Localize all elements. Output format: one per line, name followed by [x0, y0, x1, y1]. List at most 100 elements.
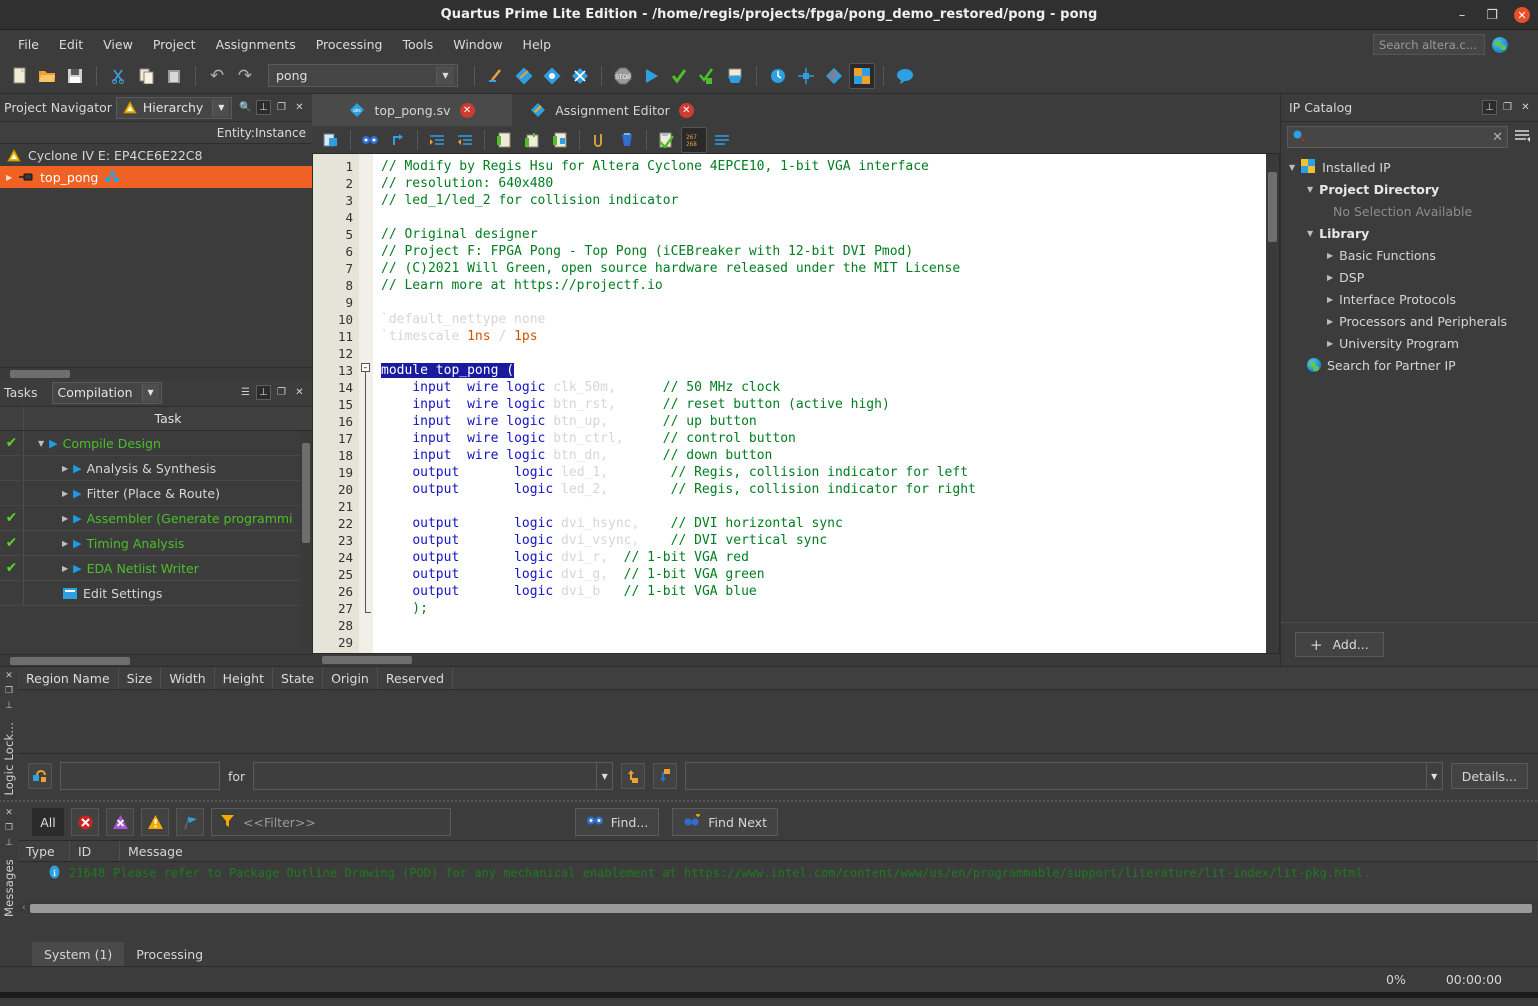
add-ip-button[interactable]: + Add...	[1295, 632, 1384, 657]
chevron-right-icon[interactable]: ▶	[1327, 251, 1333, 260]
new-file-icon[interactable]	[6, 63, 32, 89]
code-text[interactable]: // Modify by Regis Hsu for Altera Cyclon…	[373, 154, 1266, 653]
move-down-icon[interactable]	[653, 763, 677, 789]
messages-tab-label[interactable]: Messages	[2, 859, 16, 917]
close-icon[interactable]: ✕	[679, 103, 694, 118]
chevron-down-icon[interactable]: ▼	[1307, 229, 1313, 238]
outdent-icon[interactable]	[452, 127, 478, 153]
run-task-icon[interactable]: ▶	[73, 487, 81, 500]
code-line[interactable]: // resolution: 640x480	[381, 175, 1266, 192]
logic-lock-member-combo[interactable]: ▼	[685, 762, 1443, 790]
chevron-down-icon[interactable]: ▼	[436, 66, 454, 85]
expand-arrow-icon[interactable]: ▶	[62, 489, 68, 498]
tasks-vscrollbar[interactable]	[300, 431, 312, 654]
expand-arrow-icon[interactable]: ▶	[62, 539, 68, 548]
code-line[interactable]: input wire logic btn_dn, // down button	[381, 447, 1266, 464]
expand-arrow-icon[interactable]: ▶	[62, 514, 68, 523]
logic-lock-details-button[interactable]: Details...	[1451, 763, 1528, 789]
scrollbar-thumb[interactable]	[10, 657, 130, 665]
pin-icon[interactable]: ⊥	[1482, 100, 1497, 115]
find-next-button[interactable]: Find Next	[672, 808, 778, 836]
chevron-right-icon[interactable]: ▶	[1327, 273, 1333, 282]
entity-row-top-pong[interactable]: ▶ top_pong	[0, 166, 312, 188]
redo-icon[interactable]: ↷	[232, 63, 258, 89]
messages-hscrollbar[interactable]: ‹	[18, 902, 1538, 914]
column-message[interactable]: Message	[120, 841, 1538, 861]
ip-catalog-tree[interactable]: ▼ Installed IP ▼ Project Directory No Se…	[1281, 152, 1538, 622]
code-line[interactable]: input wire logic clk_50m, // 50 MHz cloc…	[381, 379, 1266, 396]
code-line[interactable]: output logic dvi_b // 1-bit VGA blue	[381, 583, 1266, 600]
restore-icon[interactable]: ❐	[5, 823, 13, 833]
editor-hscrollbar[interactable]	[312, 654, 1280, 666]
ip-catalog-icon[interactable]	[849, 63, 875, 89]
ip-tree-item-processors-peripherals[interactable]: ▶ Processors and Peripherals	[1281, 310, 1538, 332]
chevron-right-icon[interactable]: ▶	[1327, 339, 1333, 348]
logic-lock-target-combo[interactable]: ▼	[253, 762, 613, 790]
column-type[interactable]: Type	[18, 841, 70, 861]
copy-icon[interactable]	[133, 63, 159, 89]
code-line[interactable]: output logic dvi_g, // 1-bit VGA green	[381, 566, 1266, 583]
start-compilation-icon[interactable]	[638, 63, 664, 89]
logic-lock-tab-label[interactable]: Logic Lock...	[2, 722, 16, 796]
bookmark-icon[interactable]	[547, 127, 573, 153]
restore-icon[interactable]: ❐	[274, 100, 289, 115]
run-task-icon[interactable]: ▶	[73, 562, 81, 575]
chevron-right-icon[interactable]: ▶	[1327, 317, 1333, 326]
menu-item-help[interactable]: Help	[513, 34, 562, 55]
code-line[interactable]: `default_nettype none	[381, 311, 1266, 328]
cut-icon[interactable]	[105, 63, 131, 89]
assembler-icon[interactable]	[567, 63, 593, 89]
messages-filter-input[interactable]: <<Filter>>	[211, 808, 451, 836]
column-id[interactable]: ID	[70, 841, 120, 861]
pin-icon[interactable]: ⊥	[5, 838, 13, 848]
move-up-icon[interactable]	[621, 763, 645, 789]
pin-icon[interactable]: ⊥	[5, 701, 13, 711]
pin-planner-icon[interactable]	[793, 63, 819, 89]
code-line[interactable]: input wire logic btn_up, // up button	[381, 413, 1266, 430]
editor-vscrollbar[interactable]	[1266, 154, 1279, 653]
pin-icon[interactable]: ⊥	[256, 385, 271, 400]
save-icon[interactable]	[62, 63, 88, 89]
scrollbar-thumb[interactable]	[10, 370, 70, 378]
column-width[interactable]: Width	[161, 667, 214, 689]
tab-assignment-editor[interactable]: Assignment Editor ✕	[512, 94, 712, 126]
code-line[interactable]: output logic dvi_hsync, // DVI horizonta…	[381, 515, 1266, 532]
close-icon[interactable]: ✕	[460, 103, 475, 118]
line-numbers-icon[interactable]: 267268	[681, 127, 707, 153]
ip-tree-item-dsp[interactable]: ▶ DSP	[1281, 266, 1538, 288]
run-task-icon[interactable]: ▶	[49, 437, 57, 450]
chevron-down-icon[interactable]: ▼	[1289, 163, 1295, 172]
expand-arrow-icon[interactable]: ▶	[6, 173, 12, 182]
code-line[interactable]: // led_1/led_2 for collision indicator	[381, 192, 1266, 209]
column-region-name[interactable]: Region Name	[18, 667, 119, 689]
project-navigator-tree[interactable]: Cyclone IV E: EP4CE6E22C8 ▶ top_pong	[0, 144, 312, 367]
column-size[interactable]: Size	[119, 667, 162, 689]
ip-tree-item-project-directory[interactable]: ▼ Project Directory	[1281, 178, 1538, 200]
ip-tree-item-search-partner-ip[interactable]: Search for Partner IP	[1281, 354, 1538, 376]
project-navigator-hscrollbar[interactable]	[0, 367, 312, 379]
clear-search-icon[interactable]: ✕	[1492, 130, 1503, 145]
menu-item-processing[interactable]: Processing	[306, 34, 393, 55]
code-line[interactable]	[381, 209, 1266, 226]
close-icon[interactable]: ✕	[1518, 100, 1533, 115]
find-icon[interactable]	[357, 127, 383, 153]
analysis-synthesis-icon[interactable]	[511, 63, 537, 89]
fitter-icon[interactable]	[539, 63, 565, 89]
scroll-left-icon[interactable]: ‹	[18, 903, 30, 913]
code-line[interactable]: output logic dvi_vsync, // DVI vertical …	[381, 532, 1266, 549]
ip-list-options-icon[interactable]	[1514, 129, 1532, 146]
undo-icon[interactable]: ↶	[204, 63, 230, 89]
task-row[interactable]: ▶ ▶ Fitter (Place & Route)	[0, 481, 312, 506]
scrollbar-thumb[interactable]	[322, 656, 412, 664]
menu-item-edit[interactable]: Edit	[49, 34, 93, 55]
minimize-button[interactable]: –	[1454, 7, 1470, 23]
restore-icon[interactable]: ❐	[274, 385, 289, 400]
run-task-icon[interactable]: ▶	[73, 512, 81, 525]
project-combo[interactable]: pong ▼	[268, 64, 458, 87]
menu-item-view[interactable]: View	[93, 34, 143, 55]
close-icon[interactable]: ✕	[5, 671, 13, 681]
paste-icon[interactable]	[161, 63, 187, 89]
filter-all-button[interactable]: All	[32, 808, 64, 836]
tasks-list[interactable]: ✔ ▼ ▶ Compile Design ▶ ▶ Analysis & Synt…	[0, 431, 312, 654]
netlist-viewer-icon[interactable]	[821, 63, 847, 89]
